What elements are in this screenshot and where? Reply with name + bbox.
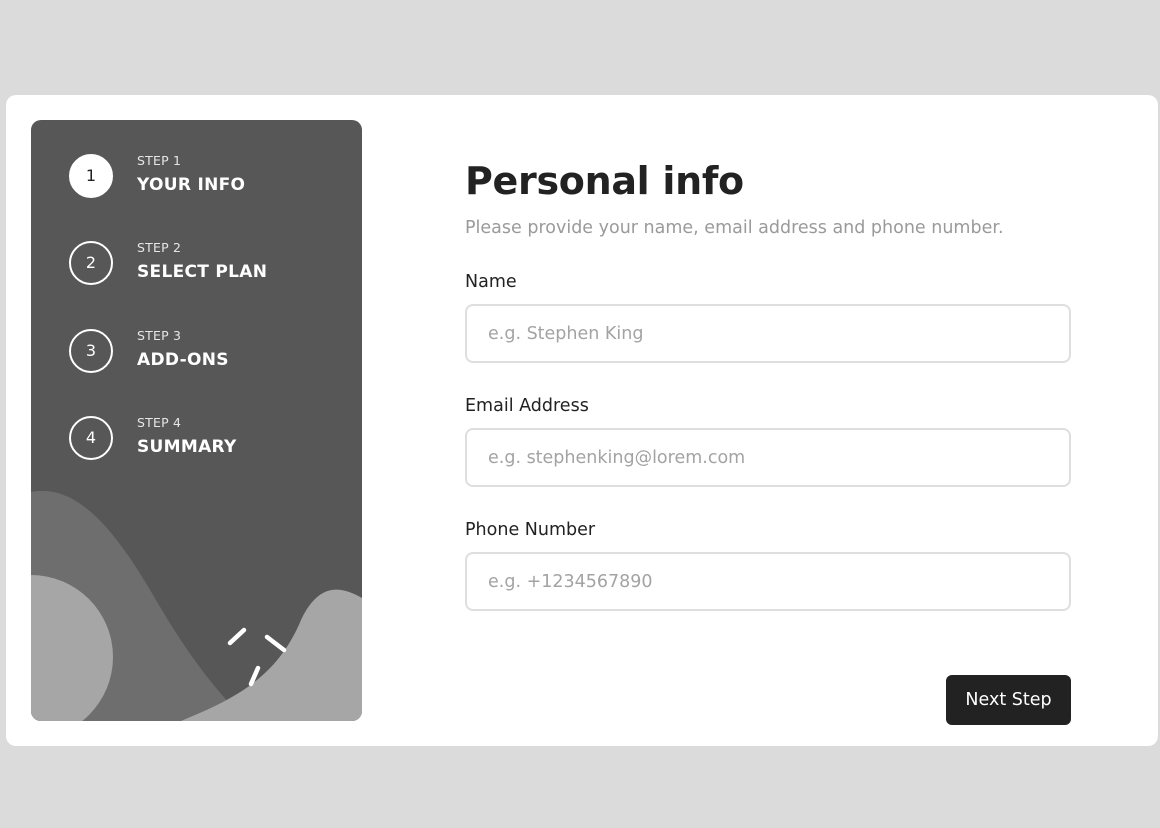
step-number-circle: 2	[69, 241, 113, 285]
sidebar-step-1[interactable]: 1 STEP 1 YOUR INFO	[69, 154, 349, 198]
step-label: STEP 3	[137, 328, 182, 343]
sidebar-step-2[interactable]: 2 STEP 2 SELECT PLAN	[69, 241, 349, 285]
page-subtitle: Please provide your name, email address …	[465, 218, 1004, 238]
name-label: Name	[465, 272, 517, 292]
step-label: STEP 4	[137, 415, 182, 430]
phone-input[interactable]	[465, 552, 1071, 611]
form-card: 1 STEP 1 YOUR INFO 2 STEP 2 SELECT PLAN …	[6, 95, 1158, 746]
step-number-circle: 1	[69, 154, 113, 198]
step-number-circle: 4	[69, 416, 113, 460]
next-step-button[interactable]: Next Step	[946, 675, 1071, 725]
step-label: STEP 2	[137, 240, 182, 255]
sidebar: 1 STEP 1 YOUR INFO 2 STEP 2 SELECT PLAN …	[31, 120, 362, 721]
step-title: ADD-ONS	[137, 350, 229, 370]
step-title: SELECT PLAN	[137, 262, 268, 282]
main-form: Personal info Please provide your name, …	[465, 95, 1071, 746]
phone-label: Phone Number	[465, 520, 596, 540]
sidebar-step-3[interactable]: 3 STEP 3 ADD-ONS	[69, 329, 349, 373]
email-input[interactable]	[465, 428, 1071, 487]
sidebar-step-4[interactable]: 4 STEP 4 SUMMARY	[69, 416, 349, 460]
email-label: Email Address	[465, 396, 589, 416]
step-title: YOUR INFO	[137, 175, 246, 195]
step-number-circle: 3	[69, 329, 113, 373]
page-title: Personal info	[465, 159, 744, 203]
step-label: STEP 1	[137, 153, 182, 168]
step-title: SUMMARY	[137, 437, 237, 457]
name-input[interactable]	[465, 304, 1071, 363]
